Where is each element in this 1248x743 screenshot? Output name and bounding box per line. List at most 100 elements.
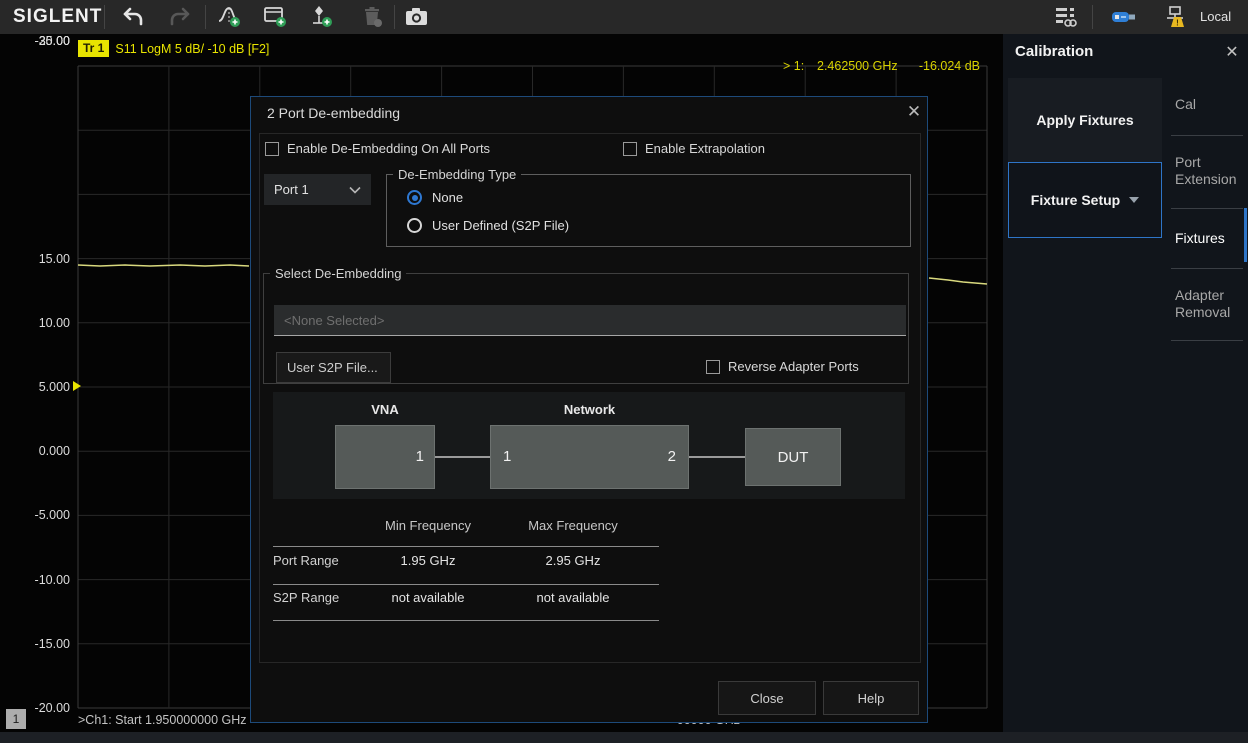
undo-button[interactable] (118, 4, 148, 30)
list-link-icon (1054, 5, 1080, 29)
y-axis-tick: 0.000 (38, 444, 70, 458)
s2p-range-max: not available (536, 590, 610, 605)
toolbar-separator (104, 5, 105, 29)
tab-fixtures[interactable]: Fixtures (1175, 230, 1241, 247)
radio-selected-icon[interactable] (407, 190, 422, 205)
reverse-adapter-ports-checkbox[interactable]: Reverse Adapter Ports (706, 359, 859, 374)
tab-adapter-removal[interactable]: Adapter Removal (1175, 287, 1241, 321)
tab-cal[interactable]: Cal (1175, 96, 1241, 113)
radio-user-defined[interactable]: User Defined (S2P File) (407, 218, 569, 233)
toolbar-separator (205, 5, 206, 29)
enable-all-ports-checkbox[interactable]: Enable De-Embedding On All Ports (265, 141, 490, 156)
add-marker-button[interactable] (307, 4, 337, 30)
port-range-min: 1.95 GHz (400, 553, 456, 568)
y-axis-tick: -15.00 (34, 637, 70, 651)
toolbar-separator (1092, 5, 1093, 29)
min-frequency-header: Min Frequency (385, 518, 471, 533)
marker-number-label: > 1: (783, 59, 805, 73)
trash-icon (360, 5, 384, 29)
bottom-strip (0, 732, 1248, 743)
channel-badge[interactable]: 1 (6, 709, 26, 729)
reverse-adapter-ports-label: Reverse Adapter Ports (728, 359, 859, 374)
enable-extrapolation-checkbox[interactable]: Enable Extrapolation (623, 141, 765, 156)
redo-button[interactable] (165, 4, 195, 30)
radio-unselected-icon[interactable] (407, 218, 422, 233)
checkbox-icon[interactable] (623, 141, 637, 156)
add-window-icon (262, 5, 288, 29)
de-embedding-type-group: De-Embedding Type None User Defined (S2P… (386, 167, 911, 247)
svg-text:!: ! (1176, 19, 1179, 28)
network-port-2: 2 (667, 448, 676, 465)
add-trace-button[interactable] (215, 4, 245, 30)
dut-label: DUT (777, 448, 809, 466)
redo-icon (168, 6, 192, 28)
toolbar: SIGLENT ! Local (0, 0, 1248, 34)
marker-value-readout: -16.024 dB (918, 59, 980, 73)
usb-status-button[interactable] (1110, 4, 1140, 30)
de-embedding-diagram: VNA Network 1 1 2 DUT (273, 392, 905, 499)
trace-header[interactable]: Tr 1 S11 LogM 5 dB/ -10 dB [F2] (78, 40, 269, 57)
local-mode-label[interactable]: Local (1200, 9, 1231, 24)
tab-port-extension[interactable]: Port Extension (1175, 154, 1241, 188)
checkbox-icon[interactable] (706, 359, 720, 374)
radio-user-defined-label: User Defined (S2P File) (432, 218, 570, 233)
y-axis-tick: 15.00 (38, 252, 70, 266)
y-axis-tick: 10.00 (38, 316, 70, 330)
table-rule (273, 620, 659, 621)
tab-divider (1171, 208, 1243, 209)
vna-port-number: 1 (415, 448, 424, 465)
table-rule (273, 584, 659, 585)
fixture-setup-button[interactable]: Fixture Setup (1008, 162, 1162, 238)
enable-all-ports-label: Enable De-Embedding On All Ports (287, 141, 491, 156)
calibration-close-button[interactable]: ✕ (1222, 42, 1242, 62)
user-s2p-file-button[interactable]: User S2P File... (276, 352, 391, 383)
trace-settings-label[interactable]: S11 LogM 5 dB/ -10 dB [F2] (115, 42, 269, 56)
channel-start-frequency[interactable]: >Ch1: Start 1.950000000 GHz (78, 713, 247, 727)
undo-icon (121, 6, 145, 28)
help-button[interactable]: Help (823, 681, 919, 715)
dialog-title: 2 Port De-embedding (267, 105, 401, 121)
port-select-dropdown[interactable]: Port 1 (264, 174, 371, 205)
enable-extrapolation-label: Enable Extrapolation (645, 141, 765, 156)
y-axis-tick: -5.000 (34, 508, 70, 522)
screenshot-button[interactable] (402, 4, 432, 30)
y-axis-tick: -35.00 (34, 34, 70, 48)
radio-none-label: None (432, 190, 464, 205)
tab-divider (1171, 268, 1243, 269)
select-de-embedding-group: Select De-Embedding <None Selected> User… (263, 266, 909, 384)
app-window: SIGLENT ! Local Tr 1 S11 LogM 5 dB/ -10 … (0, 0, 1248, 743)
add-marker-icon (309, 5, 335, 29)
toolbar-separator (394, 5, 395, 29)
radio-none[interactable]: None (407, 190, 463, 205)
dropdown-triangle-icon (1129, 197, 1140, 203)
camera-icon (404, 5, 430, 29)
dialog-close-button[interactable]: ✕ (903, 101, 925, 123)
select-group-legend: Select De-Embedding (275, 266, 402, 281)
tab-divider (1171, 135, 1243, 136)
delete-trace-button[interactable] (357, 4, 387, 30)
connector-line (689, 456, 745, 458)
network-port-1: 1 (503, 448, 512, 465)
selected-file-field[interactable]: <None Selected> (274, 305, 906, 336)
lan-warning-icon: ! (1162, 5, 1188, 29)
tab-divider (1171, 340, 1243, 341)
dut-box: DUT (745, 428, 841, 486)
system-setup-button[interactable] (1052, 4, 1082, 30)
marker-frequency-readout: 2.462500 GHz (817, 59, 898, 73)
chevron-down-icon (349, 186, 361, 194)
port-range-max: 2.95 GHz (545, 553, 601, 568)
checkbox-icon[interactable] (265, 141, 279, 156)
close-button[interactable]: Close (718, 681, 816, 715)
port-select-value: Port 1 (274, 182, 309, 197)
y-axis-tick: 5.000 (38, 380, 70, 394)
de-embedding-dialog: 2 Port De-embedding ✕ Enable De-Embeddin… (250, 96, 928, 723)
trace-badge[interactable]: Tr 1 (78, 40, 110, 57)
add-window-button[interactable] (260, 4, 290, 30)
add-trace-icon (217, 5, 243, 29)
max-frequency-header: Max Frequency (528, 518, 618, 533)
active-tab-indicator (1244, 208, 1247, 262)
calibration-panel-title: Calibration (1015, 43, 1094, 60)
lan-status-button[interactable]: ! (1160, 4, 1190, 30)
siglent-logo: SIGLENT (13, 6, 103, 27)
type-group-legend: De-Embedding Type (398, 167, 517, 182)
